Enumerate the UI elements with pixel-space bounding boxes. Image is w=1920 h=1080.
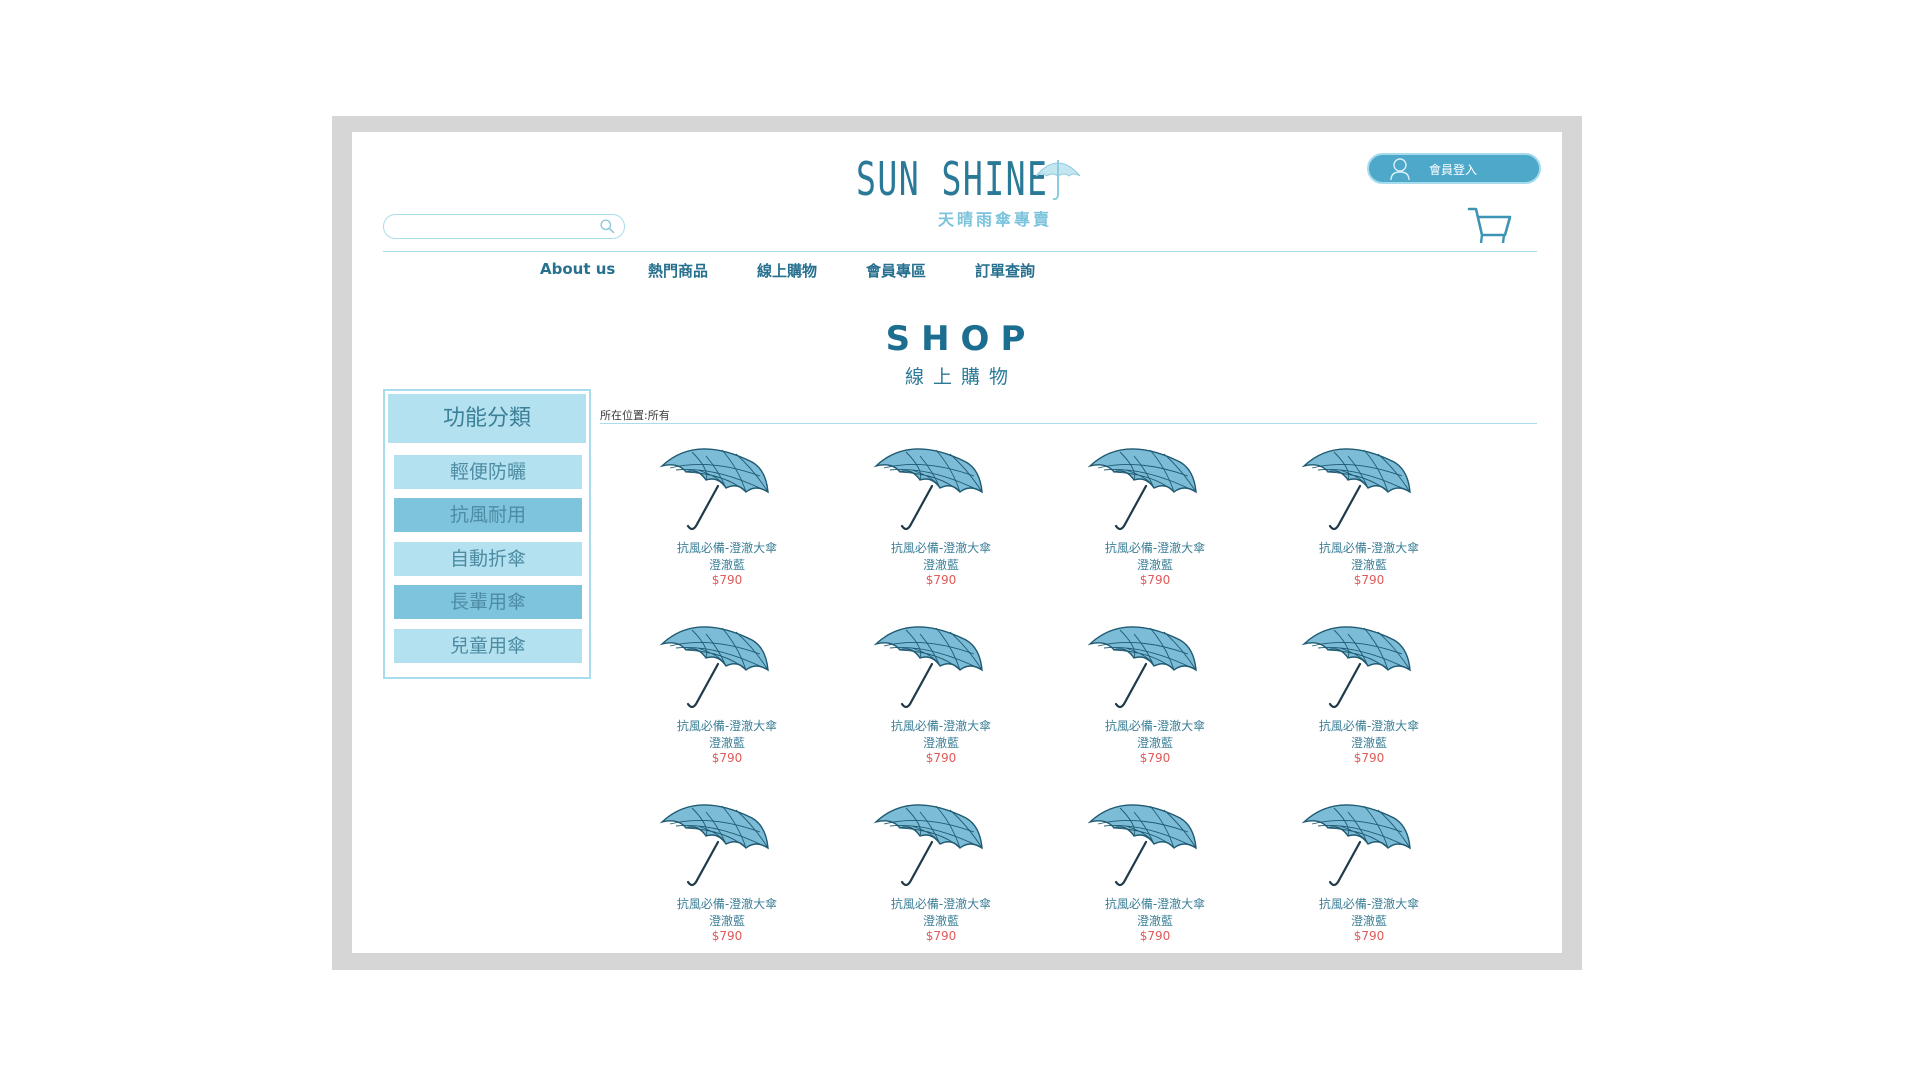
- product-name: 抗風必備-澄澈大傘: [676, 719, 778, 733]
- product-price: $790: [1139, 573, 1171, 587]
- category-sidebar: 功能分類 輕便防曬 抗風耐用 自動折傘 長輩用傘 兒童用傘: [383, 389, 591, 679]
- umbrella-icon[interactable]: [656, 618, 774, 713]
- product-card[interactable]: 抗風必備-澄澈大傘 澄澈藍 $790: [632, 440, 812, 608]
- product-color: 澄澈藍: [922, 558, 959, 572]
- product-card[interactable]: 抗風必備-澄澈大傘 澄澈藍 $790: [632, 796, 812, 953]
- product-price: $790: [1353, 929, 1385, 943]
- nav-hot-products[interactable]: 熱門商品: [648, 260, 708, 281]
- product-price: $790: [1139, 751, 1171, 765]
- product-color: 澄澈藍: [922, 736, 959, 750]
- product-name: 抗風必備-澄澈大傘: [1318, 897, 1420, 911]
- umbrella-icon[interactable]: [656, 796, 774, 891]
- product-color: 澄澈藍: [1350, 736, 1387, 750]
- search-input[interactable]: [383, 214, 625, 239]
- product-card[interactable]: 抗風必備-澄澈大傘 澄澈藍 $790: [1274, 618, 1454, 786]
- umbrella-icon[interactable]: [1298, 440, 1416, 535]
- product-color: 澄澈藍: [1136, 914, 1173, 928]
- product-price: $790: [711, 929, 743, 943]
- umbrella-icon[interactable]: [870, 440, 988, 535]
- main-nav: About us 熱門商品 線上購物 會員專區 訂單查詢: [352, 260, 1562, 284]
- product-color: 澄澈藍: [708, 914, 745, 928]
- breadcrumb: 所在位置:所有: [600, 409, 670, 422]
- product-name: 抗風必備-澄澈大傘: [1104, 897, 1206, 911]
- umbrella-icon[interactable]: [1298, 796, 1416, 891]
- product-name: 抗風必備-澄澈大傘: [890, 541, 992, 555]
- search-icon[interactable]: [599, 218, 616, 235]
- product-price: $790: [1353, 573, 1385, 587]
- product-card[interactable]: 抗風必備-澄澈大傘 澄澈藍 $790: [1274, 440, 1454, 608]
- nav-member-area[interactable]: 會員專區: [866, 260, 926, 281]
- product-price: $790: [925, 751, 957, 765]
- product-name: 抗風必備-澄澈大傘: [890, 719, 992, 733]
- product-name: 抗風必備-澄澈大傘: [676, 897, 778, 911]
- product-color: 澄澈藍: [1350, 558, 1387, 572]
- product-card[interactable]: 抗風必備-澄澈大傘 澄澈藍 $790: [846, 796, 1026, 953]
- category-item[interactable]: 抗風耐用: [394, 498, 582, 532]
- cart-icon[interactable]: [1467, 205, 1513, 249]
- user-icon: [1390, 158, 1410, 181]
- product-color: 澄澈藍: [922, 914, 959, 928]
- product-color: 澄澈藍: [708, 736, 745, 750]
- product-color: 澄澈藍: [1136, 558, 1173, 572]
- site-logo[interactable]: SUN SHINE 天晴雨傘專賣: [846, 150, 1086, 230]
- product-card[interactable]: 抗風必備-澄澈大傘 澄澈藍 $790: [846, 440, 1026, 608]
- umbrella-icon[interactable]: [1084, 440, 1202, 535]
- product-card[interactable]: 抗風必備-澄澈大傘 澄澈藍 $790: [1060, 796, 1240, 953]
- product-name: 抗風必備-澄澈大傘: [1104, 541, 1206, 555]
- product-card[interactable]: 抗風必備-澄澈大傘 澄澈藍 $790: [846, 618, 1026, 786]
- umbrella-icon[interactable]: [870, 618, 988, 713]
- product-card[interactable]: 抗風必備-澄澈大傘 澄澈藍 $790: [1060, 440, 1240, 608]
- product-price: $790: [1353, 751, 1385, 765]
- nav-order-lookup[interactable]: 訂單查詢: [975, 260, 1035, 281]
- product-name: 抗風必備-澄澈大傘: [1318, 541, 1420, 555]
- product-name: 抗風必備-澄澈大傘: [1318, 719, 1420, 733]
- category-item[interactable]: 自動折傘: [394, 542, 582, 576]
- logo-title: SUN SHINE: [856, 152, 1049, 206]
- umbrella-icon[interactable]: [870, 796, 988, 891]
- umbrella-icon[interactable]: [1298, 618, 1416, 713]
- umbrella-icon[interactable]: [1084, 796, 1202, 891]
- logo-subtitle: 天晴雨傘專賣: [938, 210, 1053, 229]
- product-color: 澄澈藍: [708, 558, 745, 572]
- product-name: 抗風必備-澄澈大傘: [676, 541, 778, 555]
- header-divider: [383, 251, 1537, 252]
- product-name: 抗風必備-澄澈大傘: [890, 897, 992, 911]
- product-price: $790: [711, 573, 743, 587]
- sidebar-heading: 功能分類: [388, 394, 586, 443]
- product-card[interactable]: 抗風必備-澄澈大傘 澄澈藍 $790: [1274, 796, 1454, 953]
- member-login-button[interactable]: 會員登入: [1367, 153, 1541, 184]
- category-item[interactable]: 輕便防曬: [394, 455, 582, 489]
- product-price: $790: [925, 929, 957, 943]
- product-name: 抗風必備-澄澈大傘: [1104, 719, 1206, 733]
- product-price: $790: [711, 751, 743, 765]
- umbrella-icon[interactable]: [1084, 618, 1202, 713]
- product-price: $790: [925, 573, 957, 587]
- login-label: 會員登入: [1429, 163, 1478, 177]
- product-color: 澄澈藍: [1350, 914, 1387, 928]
- page: SUN SHINE 天晴雨傘專賣 會員登入 About us 熱門商品 線上購物…: [352, 132, 1562, 953]
- category-item[interactable]: 長輩用傘: [394, 585, 582, 619]
- content-divider: [600, 423, 1537, 424]
- product-grid: 抗風必備-澄澈大傘 澄澈藍 $790 抗風必備-澄澈大傘 澄澈藍 $790 抗風必備-澄澈大…: [632, 440, 1492, 953]
- product-card[interactable]: 抗風必備-澄澈大傘 澄澈藍 $790: [1060, 618, 1240, 786]
- page-title: SHOP: [885, 319, 1037, 359]
- page-subtitle: 線上購物: [904, 366, 1017, 388]
- product-color: 澄澈藍: [1136, 736, 1173, 750]
- category-item[interactable]: 兒童用傘: [394, 629, 582, 663]
- product-price: $790: [1139, 929, 1171, 943]
- logo-umbrella-icon: [1035, 160, 1081, 201]
- nav-about-us[interactable]: About us: [540, 260, 615, 278]
- nav-online-shop[interactable]: 線上購物: [757, 260, 817, 281]
- umbrella-icon[interactable]: [656, 440, 774, 535]
- product-card[interactable]: 抗風必備-澄澈大傘 澄澈藍 $790: [632, 618, 812, 786]
